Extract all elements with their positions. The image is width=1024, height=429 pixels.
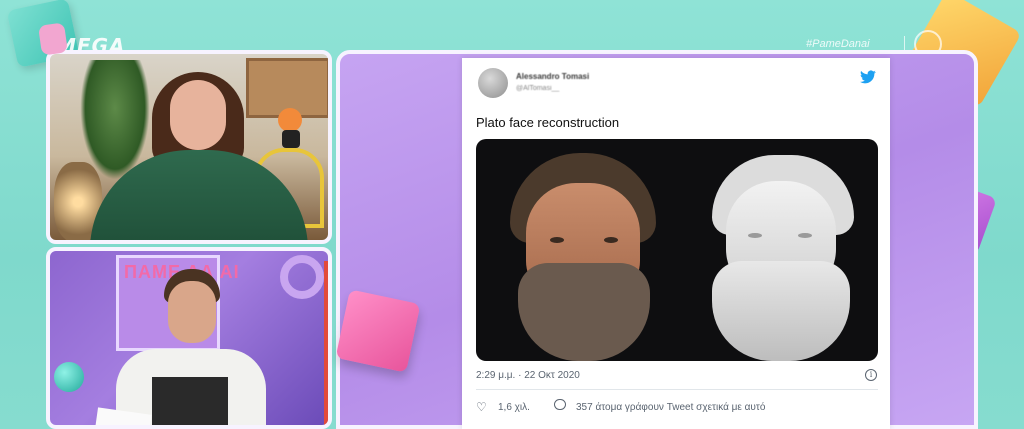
reconstruction-eye-right [604, 237, 618, 243]
info-icon[interactable]: i [865, 369, 877, 381]
tweet-card: Alessandro Tomasi @AlTomasi__ Plato face… [462, 58, 890, 429]
plant-decor [80, 60, 150, 180]
tweet-image [476, 139, 878, 361]
show-hashtag: #PameDanai [806, 38, 870, 50]
reconstruction-eye-left [550, 237, 564, 243]
tweet-timestamp: 2:29 μ.μ. · 22 Οκτ 2020 [476, 370, 580, 381]
twitter-bird-icon [860, 70, 876, 84]
reply-count-text[interactable]: 357 άτομα γράφουν Tweet σχετικά με αυτό [576, 402, 765, 413]
vase-decor [282, 130, 300, 148]
flower-decor [278, 108, 302, 132]
marble-bust-eye-left [748, 233, 762, 238]
decorative-cube-pink [335, 289, 421, 373]
tweet-author-handle: @AlTomasi__ [516, 85, 560, 92]
heart-icon[interactable]: ♡ [476, 400, 487, 414]
reconstruction-beard [518, 263, 650, 361]
marble-bust-beard [712, 261, 850, 361]
marble-bust-eye-right [798, 233, 812, 238]
decorative-ball-teal [54, 362, 84, 392]
presenter-face [168, 281, 216, 343]
reply-bubble-icon[interactable] [554, 399, 566, 410]
like-count: 1,6 χιλ. [498, 402, 530, 413]
presenter-face [170, 80, 226, 150]
tweet-author-name: Alessandro Tomasi [516, 72, 590, 81]
red-bar-decor [324, 261, 328, 425]
ring-decor [280, 255, 324, 299]
camera-feed-presenter-1 [46, 50, 332, 244]
tweet-author-avatar [478, 68, 508, 98]
camera-feed-presenter-2: ΠΑΜΕ ΔΑ ΑΙ [46, 247, 332, 429]
tweet-text: Plato face reconstruction [476, 115, 620, 130]
tweet-divider [476, 389, 878, 390]
shirt-print [152, 377, 228, 425]
decorative-cube-pink-small [38, 22, 68, 56]
